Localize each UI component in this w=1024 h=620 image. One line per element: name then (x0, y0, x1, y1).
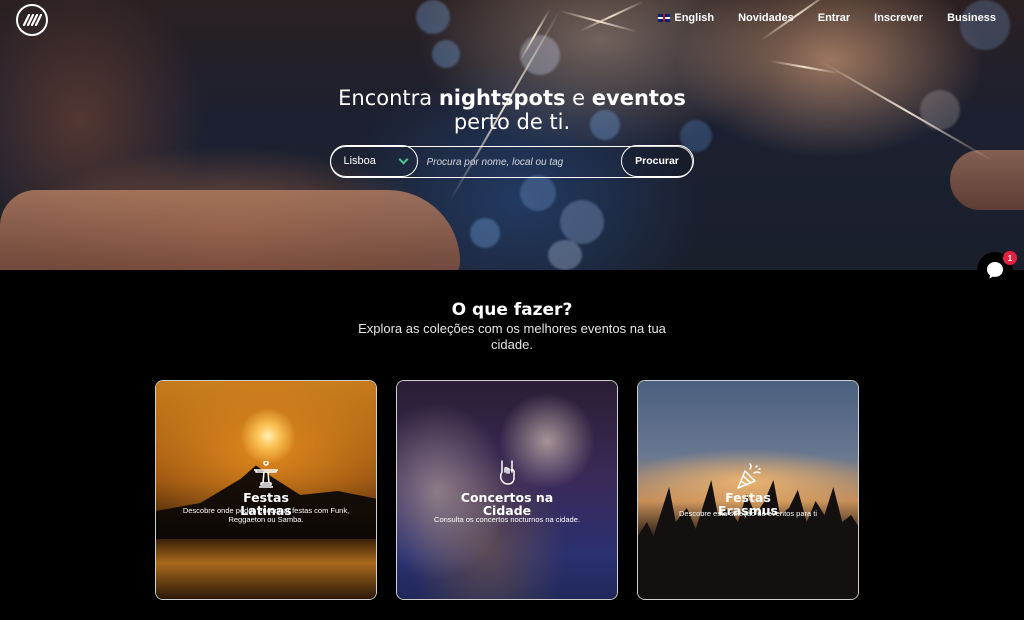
party-popper-icon (638, 461, 858, 491)
bokeh-light (432, 40, 460, 68)
nav-entrar[interactable]: Entrar (818, 12, 850, 24)
search-input[interactable] (417, 156, 621, 168)
water-reflection (156, 539, 376, 599)
chat-notification-badge: 1 (1003, 251, 1017, 265)
hero-headline: Encontra nightspots e eventos perto de t… (0, 86, 1024, 134)
chevron-down-icon (398, 154, 408, 165)
bokeh-light (960, 0, 1010, 50)
bokeh-light (470, 218, 500, 248)
card-description: Descobre esta seleção de eventos para ti (679, 509, 817, 518)
section-title: O que fazer? (451, 300, 573, 320)
search-bar: Lisboa Procurar (329, 145, 694, 178)
hero-title-part1: Encontra (338, 86, 439, 110)
collection-card-festas-erasmus[interactable]: Festas Erasmus Descobre esta seleção de … (637, 380, 859, 600)
hero-title-line2: perto de ti. (453, 110, 571, 134)
nav-inscrever[interactable]: Inscrever (874, 12, 923, 24)
collections-list: Festas Latinas Descobre onde podes encon… (155, 380, 859, 600)
nav-business[interactable]: Business (947, 12, 996, 24)
bokeh-light (416, 0, 450, 34)
collection-card-concertos[interactable]: Concertos na Cidade Consulta os concerto… (396, 380, 618, 600)
collection-card-festas-latinas[interactable]: Festas Latinas Descobre onde podes encon… (155, 380, 377, 600)
christ-statue-icon (156, 461, 376, 491)
logo-mark-icon (22, 14, 42, 26)
card-description: Descobre onde podes encontrar festas com… (182, 506, 350, 524)
search-button[interactable]: Procurar (620, 145, 694, 178)
hero-title-part2: e (565, 86, 592, 110)
bokeh-light (560, 200, 604, 244)
bokeh-light (520, 175, 556, 211)
card-title: Concertos na Cidade (460, 490, 554, 518)
chat-bubble-icon (987, 262, 1003, 279)
section-subtitle: Explora as coleções com os melhores even… (358, 321, 666, 352)
sparkler-spark (579, 0, 644, 32)
rock-hand-icon (397, 457, 617, 487)
bokeh-light (548, 240, 582, 270)
hero-banner (0, 0, 1024, 270)
top-nav: English Novidades Entrar Inscrever Busin… (658, 12, 996, 24)
hand-silhouette (0, 190, 460, 270)
language-label: English (674, 12, 715, 24)
city-select-value: Lisboa (343, 155, 376, 168)
city-select[interactable]: Lisboa (329, 145, 418, 178)
hero-title-bold2: eventos (591, 86, 686, 110)
uk-flag-icon (658, 14, 671, 22)
logo[interactable] (16, 4, 48, 36)
card-description: Consulta os concertos nocturnos na cidad… (434, 515, 580, 524)
nav-novidades[interactable]: Novidades (738, 12, 794, 24)
hero-title-bold1: nightspots (438, 86, 566, 110)
language-link[interactable]: English (658, 12, 714, 24)
